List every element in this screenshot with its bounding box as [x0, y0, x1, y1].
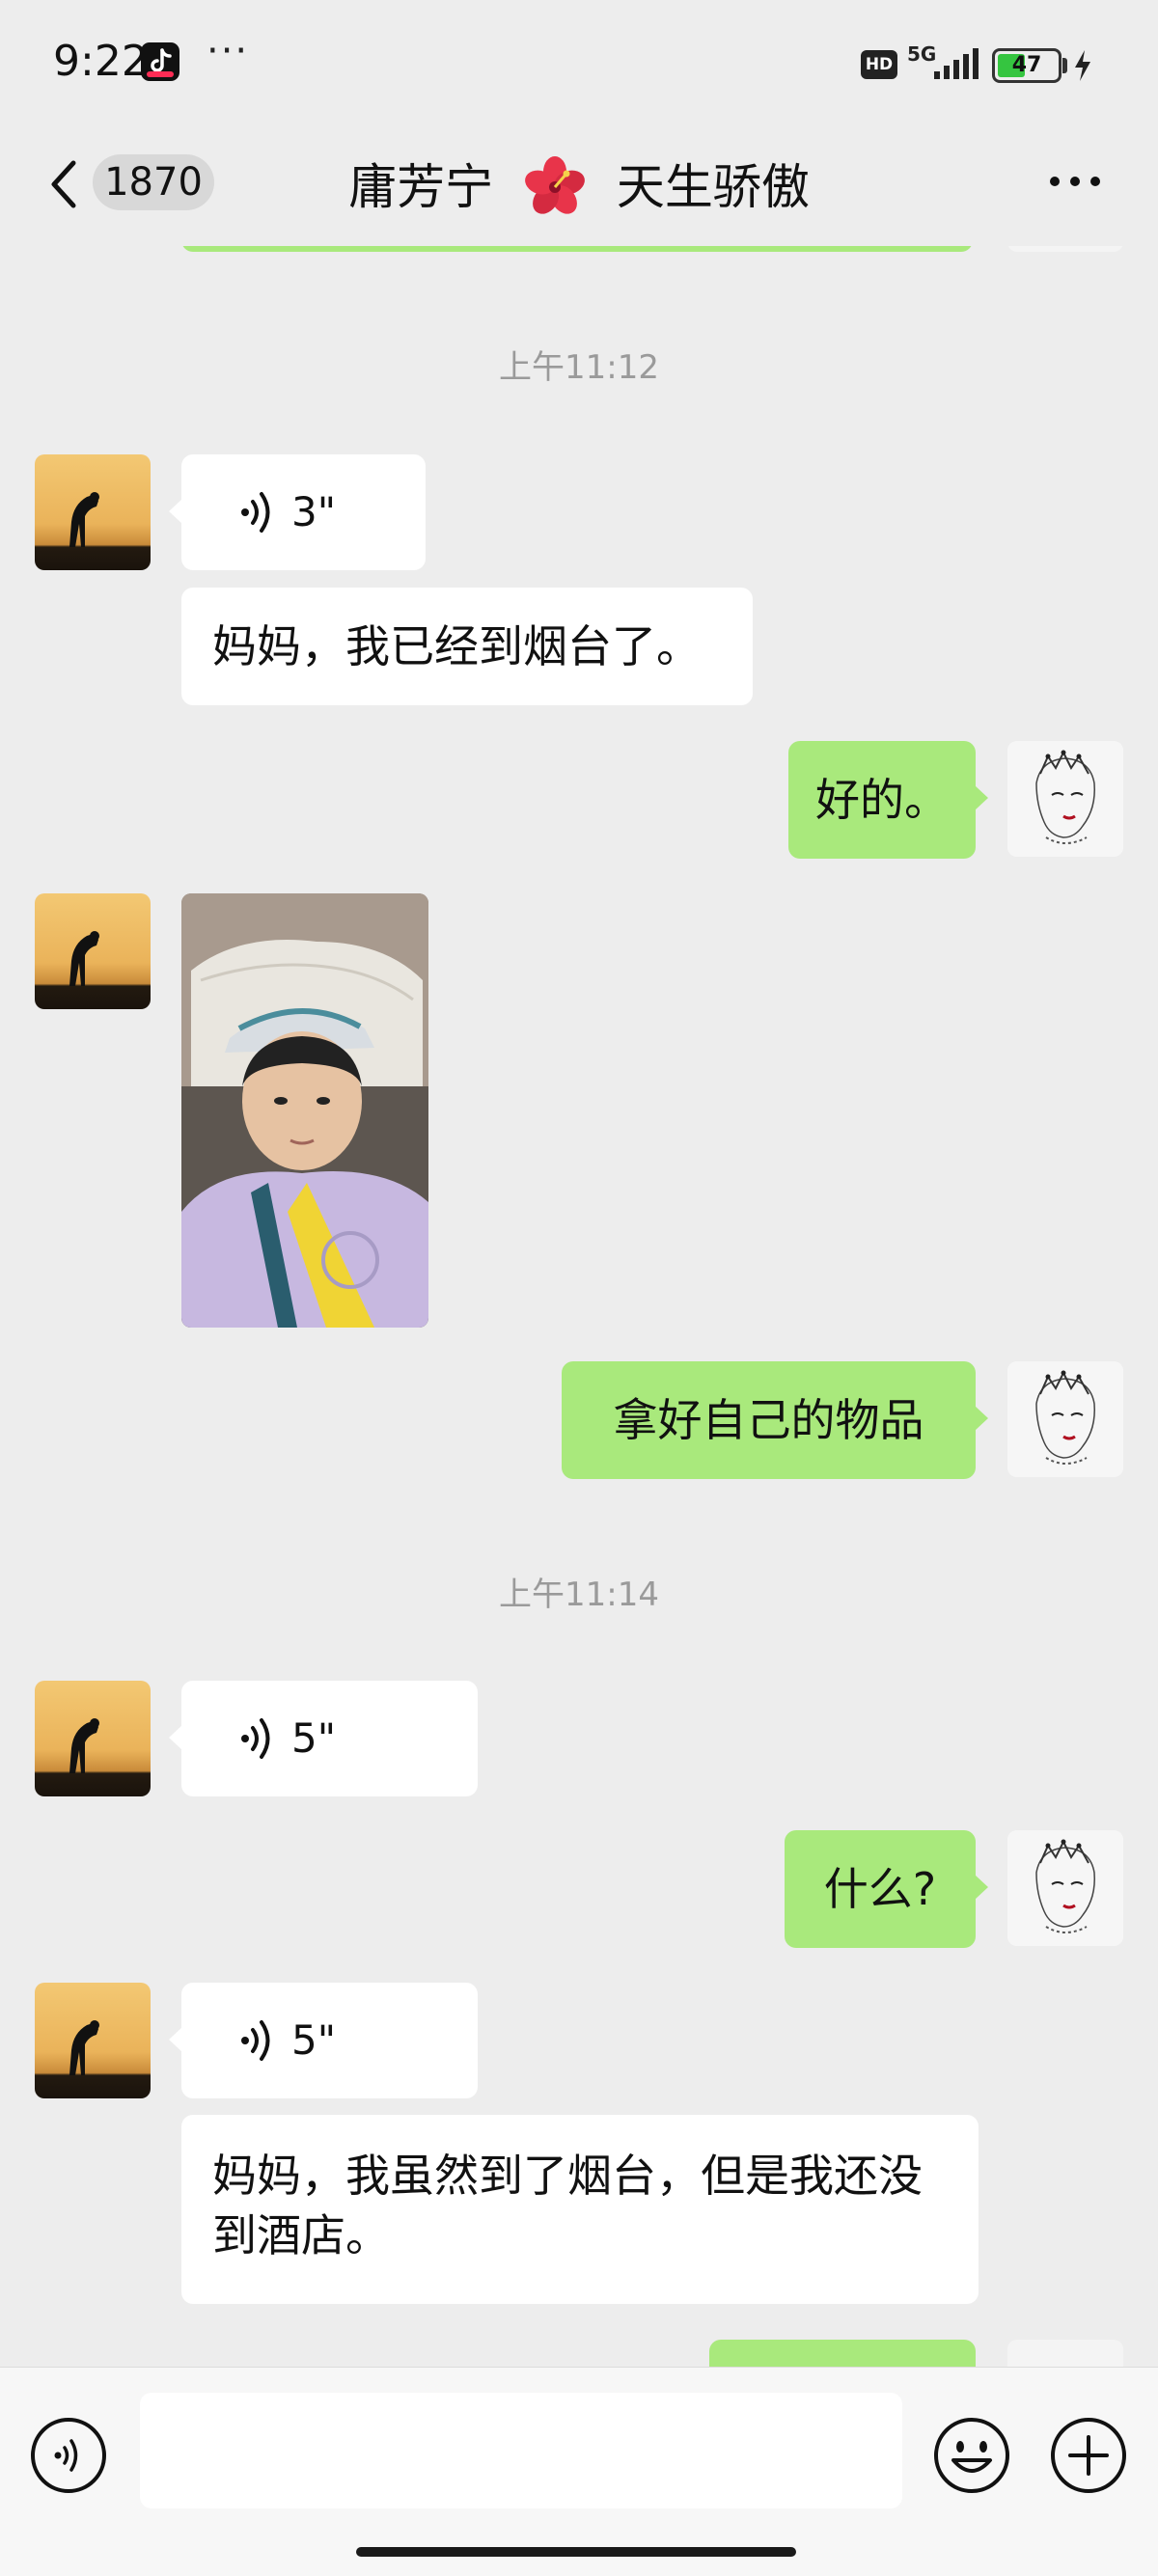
voice-wave-icon [241, 2020, 270, 2061]
voice-duration: 5" [291, 1714, 337, 1762]
unread-count-badge[interactable]: 1870 [93, 154, 214, 210]
partial-bubble-top [181, 246, 973, 252]
voice-duration: 5" [291, 2016, 337, 2064]
chat-title[interactable]: 庸芳宁 天生骄傲 [251, 148, 907, 223]
contact-avatar[interactable] [35, 1681, 151, 1796]
voice-duration: 3" [291, 488, 337, 535]
charging-bolt-icon [1075, 50, 1090, 81]
text-message-in[interactable]: 妈妈，我已经到烟台了。 [181, 588, 753, 705]
hd-badge: HD [861, 50, 897, 79]
contact-name: 庸芳宁 [348, 158, 494, 215]
my-avatar[interactable] [1007, 1361, 1123, 1477]
hibiscus-icon [525, 155, 585, 214]
chat-header: 1870 庸芳宁 天生骄傲 [0, 130, 1158, 246]
battery-level: 47 [1011, 53, 1042, 77]
chat-screen: 9:22 ··· HD 5G 47 1870 庸芳宁 天生骄傲 上午11:12 … [0, 0, 1158, 2576]
message-text: 什么? [823, 1863, 937, 1915]
time-separator: 上午11:12 [499, 348, 659, 387]
partial-avatar-top [1007, 246, 1123, 252]
message-text: 拿好自己的物品 [613, 1394, 924, 1446]
partial-bubble-bottom [709, 2340, 976, 2367]
text-message-out[interactable]: 拿好自己的物品 [562, 1361, 988, 1479]
status-more-dots: ··· [207, 29, 250, 73]
text-message-in[interactable]: 妈妈，我虽然到了烟台，但是我还没到酒店。 [181, 2115, 979, 2304]
text-message-out[interactable]: 什么? [785, 1830, 988, 1948]
message-input[interactable] [140, 2393, 902, 2508]
voice-message[interactable]: 5" [169, 1983, 478, 2098]
message-text: 妈妈，我已经到烟台了。 [212, 620, 701, 672]
time-separator: 上午11:14 [499, 1576, 659, 1614]
my-avatar[interactable] [1007, 741, 1123, 857]
input-bar [0, 2367, 1158, 2576]
signal-icon [934, 48, 979, 79]
tiktok-icon [141, 42, 179, 81]
voice-wave-icon [241, 492, 270, 533]
emoji-icon[interactable] [932, 2416, 1011, 2495]
voice-wave-icon [241, 1718, 270, 1759]
status-bar: 9:22 ··· HD 5G 47 [0, 0, 1158, 130]
voice-toggle-icon[interactable] [29, 2416, 108, 2495]
contact-suffix: 天生骄傲 [616, 158, 810, 215]
contact-avatar[interactable] [35, 1983, 151, 2098]
battery-icon: 47 [992, 48, 1062, 83]
voice-message[interactable]: 5" [169, 1681, 478, 1796]
partial-avatar-bottom [1007, 2340, 1123, 2367]
plus-icon[interactable] [1049, 2416, 1128, 2495]
my-avatar[interactable] [1007, 1830, 1123, 1946]
message-list[interactable]: 上午11:12 3" 妈妈，我已经到烟台了。 好的。 拿好自己的物品 上午11:… [0, 246, 1158, 2367]
message-text: 好的。 [815, 774, 949, 826]
home-indicator[interactable] [356, 2547, 796, 2557]
back-icon[interactable] [44, 155, 83, 213]
contact-avatar[interactable] [35, 893, 151, 1009]
contact-avatar[interactable] [35, 454, 151, 570]
status-time: 9:22 [53, 37, 149, 86]
voice-message[interactable]: 3" [169, 454, 426, 570]
text-message-out[interactable]: 好的。 [788, 741, 988, 859]
photo-message[interactable] [181, 893, 428, 1328]
battery-tip [1062, 58, 1067, 73]
more-icon[interactable] [1046, 167, 1104, 196]
message-text: 妈妈，我虽然到了烟台，但是我还没到酒店。 [212, 2150, 923, 2261]
